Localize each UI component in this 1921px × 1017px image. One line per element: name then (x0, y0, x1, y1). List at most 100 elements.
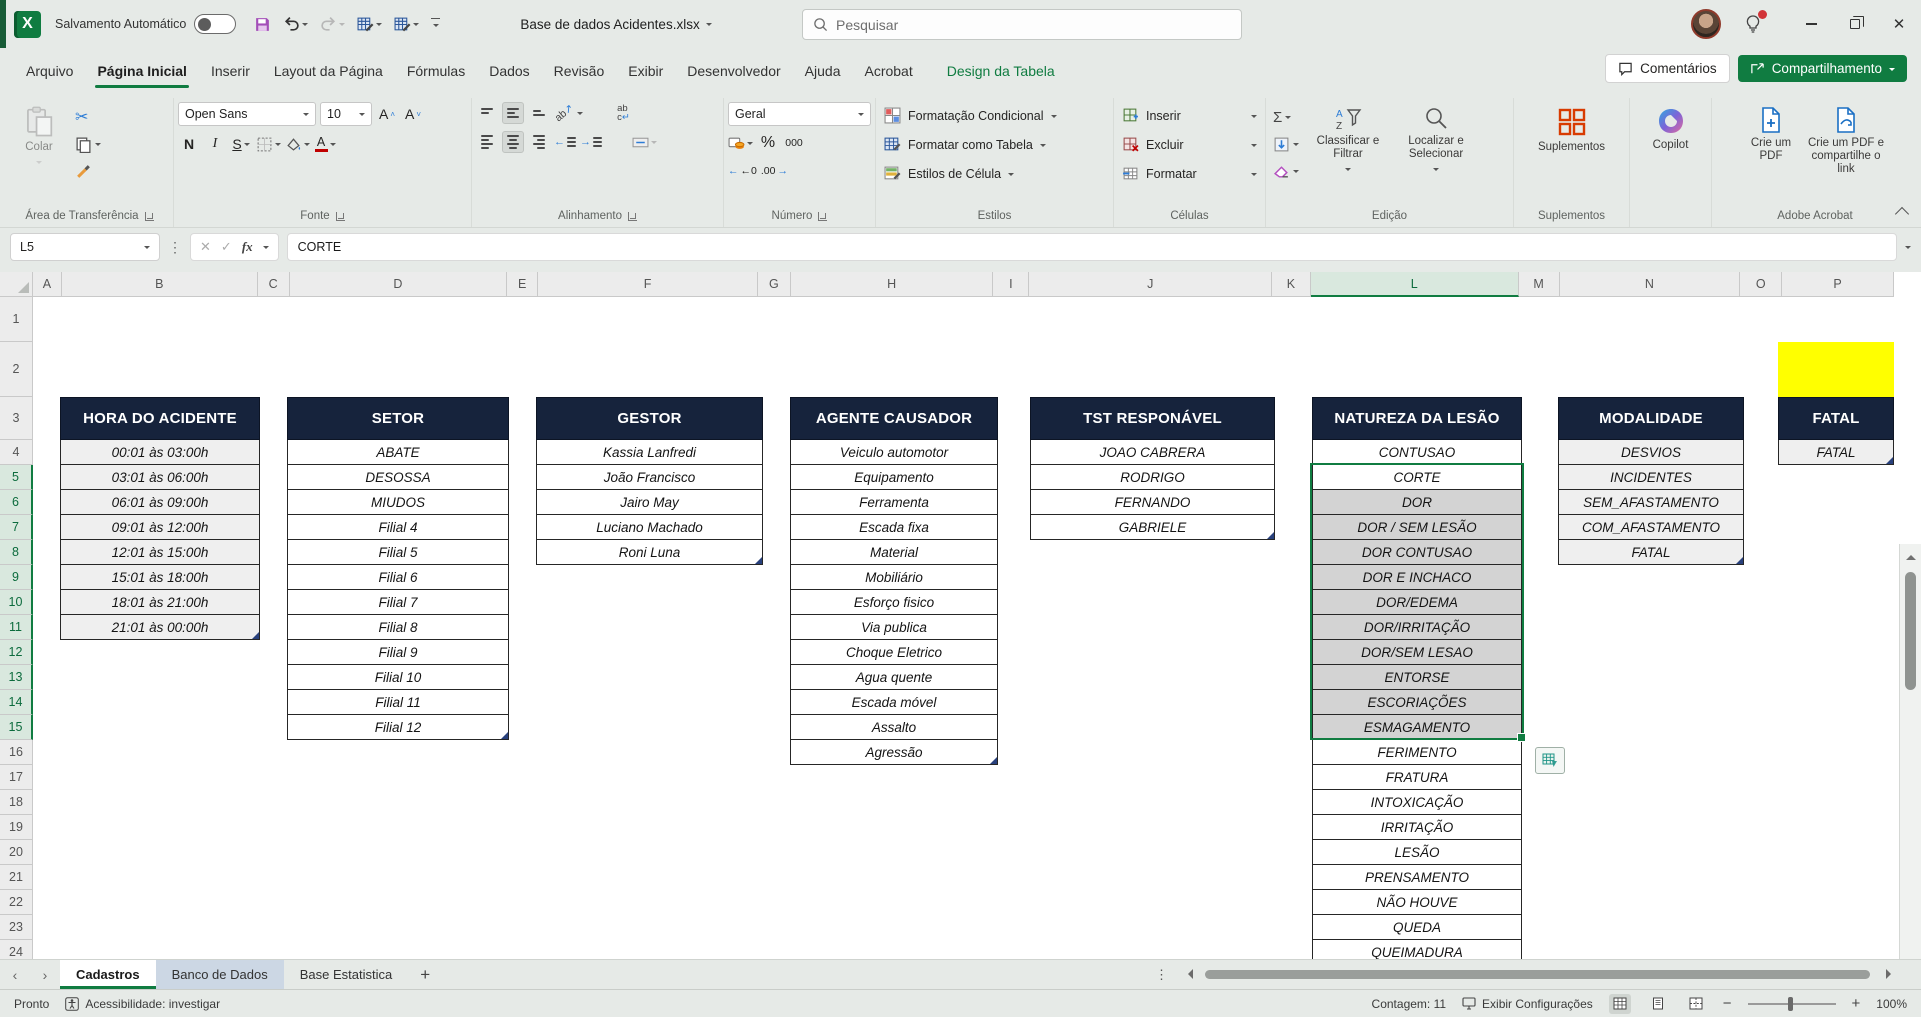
table-cell[interactable]: MIUDOS (287, 490, 509, 515)
enter-icon[interactable]: ✓ (221, 239, 232, 255)
table-cell[interactable]: NÃO HOUVE (1312, 890, 1522, 915)
align-top-button[interactable] (476, 102, 498, 124)
table-cell[interactable]: Via publica (790, 615, 998, 640)
ribbon-tab[interactable]: Página Inicial (85, 51, 198, 92)
table-cell[interactable]: ESMAGAMENTO (1312, 715, 1522, 740)
table-cell[interactable]: FERNANDO (1030, 490, 1275, 515)
cancel-icon[interactable]: ✕ (200, 239, 211, 255)
column-header-cell[interactable]: I (993, 272, 1029, 297)
delete-cells-button[interactable]: Excluir (1118, 131, 1261, 158)
row-header-cell[interactable]: 3 (0, 397, 33, 440)
insert-cells-button[interactable]: Inserir (1118, 102, 1261, 129)
column-header-cell[interactable]: B (62, 272, 258, 297)
decrease-decimal-button[interactable]: .00→ (761, 160, 788, 182)
table-header[interactable]: GESTOR (536, 397, 763, 440)
table-cell[interactable]: Kassia Lanfredi (536, 440, 763, 465)
redo-button[interactable] (316, 13, 349, 36)
format-painter-button[interactable] (72, 160, 104, 182)
ribbon-tab[interactable]: Exibir (616, 51, 675, 92)
normal-view-button[interactable] (1609, 994, 1631, 1014)
table-cell[interactable]: PRENSAMENTO (1312, 865, 1522, 890)
column-header-cell[interactable]: N (1560, 272, 1741, 297)
conditional-formatting-button[interactable]: Formatação Condicional (880, 102, 1109, 129)
table-cell[interactable]: 21:01 às 00:00h (60, 615, 260, 640)
minimize-button[interactable] (1789, 0, 1833, 48)
table-header[interactable]: FATAL (1778, 397, 1894, 440)
undo-button[interactable] (279, 13, 312, 36)
save-button[interactable] (250, 13, 275, 36)
row-header-cell[interactable]: 4 (0, 440, 33, 465)
table-cell[interactable]: GABRIELE (1030, 515, 1275, 540)
formula-input[interactable] (287, 233, 1897, 261)
zoom-in-button[interactable]: + (1852, 995, 1861, 1012)
table-cell[interactable]: DOR / SEM LESÃO (1312, 515, 1522, 540)
vertical-scrollbar[interactable] (1899, 544, 1921, 1017)
increase-indent-button[interactable]: → (580, 131, 602, 153)
row-header-cell[interactable]: 12 (0, 640, 33, 665)
table-cell[interactable]: Assalto (790, 715, 998, 740)
add-sheet-button[interactable]: + (408, 960, 442, 989)
column-header-cell[interactable]: A (33, 272, 62, 297)
table-cell[interactable]: DOR/EDEMA (1312, 590, 1522, 615)
table-cell[interactable]: FERIMENTO (1312, 740, 1522, 765)
table-cell[interactable]: Escada fixa (790, 515, 998, 540)
autosum-button[interactable]: Σ (1270, 106, 1302, 128)
page-layout-view-button[interactable] (1647, 994, 1669, 1014)
table-cell[interactable]: Agressão (790, 740, 998, 765)
table-cell[interactable]: Esforço fisico (790, 590, 998, 615)
row-header-cell[interactable]: 10 (0, 590, 33, 615)
lightbulb-icon[interactable] (1743, 14, 1763, 34)
ribbon-tab[interactable]: Ajuda (793, 51, 853, 92)
dialog-launcher-icon[interactable] (818, 212, 827, 221)
table-cell[interactable]: Agua quente (790, 665, 998, 690)
table-cell[interactable]: FATAL (1558, 540, 1744, 565)
table-cell[interactable]: Luciano Machado (536, 515, 763, 540)
table-cell[interactable]: 09:01 às 12:00h (60, 515, 260, 540)
column-header-cell[interactable]: J (1029, 272, 1272, 297)
row-header-cell[interactable]: 13 (0, 665, 33, 690)
table-cell[interactable]: QUEDA (1312, 915, 1522, 940)
row-header-cell[interactable]: 17 (0, 765, 33, 790)
row-header-cell[interactable]: 8 (0, 540, 33, 565)
column-header-cell[interactable]: P (1782, 272, 1894, 297)
ribbon-tab[interactable]: Arquivo (14, 51, 85, 92)
sheet-kebab-icon[interactable]: ⋮ (1155, 960, 1168, 990)
table-cell[interactable]: Veiculo automotor (790, 440, 998, 465)
decrease-font-button[interactable]: A˅ (402, 103, 424, 125)
table-cell[interactable]: INCIDENTES (1558, 465, 1744, 490)
column-header-cell[interactable]: E (507, 272, 538, 297)
table-cell[interactable]: Jairo May (536, 490, 763, 515)
row-header-cell[interactable]: 14 (0, 690, 33, 715)
table-cell[interactable]: 00:01 às 03:00h (60, 440, 260, 465)
ribbon-tab[interactable]: Desenvolvedor (675, 51, 792, 92)
column-header-cell[interactable]: K (1272, 272, 1311, 297)
table-cell[interactable]: 06:01 às 09:00h (60, 490, 260, 515)
underline-button[interactable]: S (230, 133, 252, 155)
table-cell[interactable]: Filial 9 (287, 640, 509, 665)
insert-function-icon[interactable]: fx (242, 239, 253, 255)
zoom-slider[interactable] (1748, 1003, 1836, 1005)
table-cell[interactable]: INTOXICAÇÃO (1312, 790, 1522, 815)
table-resize-handle[interactable] (252, 632, 259, 639)
ribbon-tab[interactable]: Acrobat (852, 51, 924, 92)
table-cell[interactable]: Filial 10 (287, 665, 509, 690)
format-cells-button[interactable]: Formatar (1118, 160, 1261, 187)
column-header-cell[interactable]: F (538, 272, 758, 297)
table-cell[interactable]: RODRIGO (1030, 465, 1275, 490)
table-resize-handle[interactable] (990, 757, 997, 764)
table-resize-handle[interactable] (1736, 557, 1743, 564)
table-cell[interactable]: COM_AFASTAMENTO (1558, 515, 1744, 540)
table-header[interactable]: NATUREZA DA LESÃO (1312, 397, 1522, 440)
name-box[interactable]: L5 (10, 233, 160, 261)
row-header-cell[interactable]: 7 (0, 515, 33, 540)
table-cell[interactable]: 15:01 às 18:00h (60, 565, 260, 590)
table-resize-handle[interactable] (755, 557, 762, 564)
row-header-cell[interactable]: 1 (0, 297, 33, 342)
table-cell[interactable]: Filial 7 (287, 590, 509, 615)
table-cell[interactable]: Filial 4 (287, 515, 509, 540)
quick-analysis-button[interactable] (1535, 747, 1565, 774)
table-cell[interactable]: DOR/SEM LESAO (1312, 640, 1522, 665)
dialog-launcher-icon[interactable] (628, 212, 637, 221)
table-cell[interactable]: ESCORIAÇÕES (1312, 690, 1522, 715)
bold-button[interactable]: N (178, 133, 200, 155)
